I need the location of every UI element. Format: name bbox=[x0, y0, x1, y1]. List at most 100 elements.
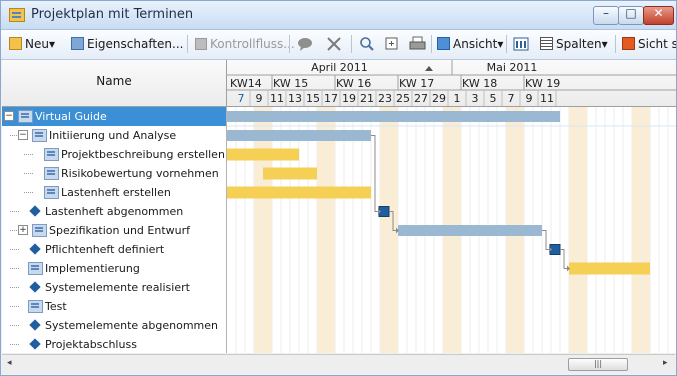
task-row[interactable]: Implementierung bbox=[2, 259, 226, 278]
new-icon bbox=[9, 37, 22, 50]
properties-button[interactable]: Eigenschaften... bbox=[71, 34, 183, 54]
day-label: 25 bbox=[396, 92, 410, 105]
task-icon bbox=[28, 262, 43, 275]
task-row[interactable]: Systemelemente abgenommen bbox=[2, 316, 226, 335]
scroll-left-icon[interactable]: ◂ bbox=[7, 358, 12, 368]
task-name: Risikobewertung vornehmen bbox=[61, 167, 219, 180]
task-name: Projektabschluss bbox=[45, 338, 137, 351]
comment-button[interactable] bbox=[297, 34, 313, 54]
task-row[interactable]: Pflichtenheft definiert bbox=[2, 240, 226, 259]
tree-line bbox=[10, 211, 19, 212]
window-title: Projektplan mit Terminen bbox=[31, 7, 194, 22]
task-bar[interactable] bbox=[569, 262, 650, 275]
close-icon: ✕ bbox=[653, 6, 664, 20]
view-dropdown-icon: ▾ bbox=[497, 37, 504, 51]
task-icon bbox=[44, 186, 59, 199]
milestone-icon bbox=[29, 243, 41, 255]
task-bar[interactable] bbox=[227, 186, 371, 199]
task-row[interactable]: Systemelemente realisiert bbox=[2, 278, 226, 297]
task-row[interactable]: Projektbeschreibung erstellen bbox=[2, 145, 226, 164]
scroll-thumb[interactable]: ||| bbox=[568, 358, 628, 371]
print-button[interactable] bbox=[409, 34, 426, 54]
columns-button[interactable]: Spalten▾ bbox=[540, 34, 608, 54]
task-row[interactable]: Test bbox=[2, 297, 226, 316]
day-label: 5 bbox=[490, 92, 497, 105]
week-label: KW 19 bbox=[525, 77, 560, 90]
save-view-button[interactable]: Sicht s bbox=[622, 34, 676, 54]
minimize-button[interactable]: – bbox=[593, 6, 619, 25]
horizontal-scrollbar[interactable]: ◂ ||| ▸ bbox=[2, 354, 675, 373]
scroll-right-icon[interactable]: ▸ bbox=[663, 358, 668, 368]
task-row[interactable]: − Virtual Guide bbox=[2, 107, 226, 126]
day-label: 9 bbox=[526, 92, 533, 105]
tree-line bbox=[10, 268, 19, 269]
title-bar: Projektplan mit Terminen – □ ✕ bbox=[1, 1, 676, 30]
zoom-icon bbox=[360, 37, 374, 51]
schedule-button[interactable] bbox=[513, 34, 529, 54]
task-row[interactable]: Risikobewertung vornehmen bbox=[2, 164, 226, 183]
properties-icon bbox=[71, 37, 84, 50]
name-header-label: Name bbox=[96, 74, 132, 88]
task-row[interactable]: + Spezifikation und Entwurf bbox=[2, 221, 226, 240]
summary-bar[interactable] bbox=[398, 225, 542, 236]
month-scroll-up-icon[interactable] bbox=[425, 66, 433, 71]
task-bar[interactable] bbox=[263, 167, 317, 180]
app-window: Projektplan mit Terminen – □ ✕ Neu▾ Eige… bbox=[0, 0, 677, 376]
summary-bar[interactable] bbox=[227, 111, 560, 122]
summary-bar[interactable] bbox=[227, 130, 371, 141]
task-name: Initiierung und Analyse bbox=[49, 129, 177, 142]
delete-button[interactable] bbox=[326, 34, 342, 54]
print-icon bbox=[409, 36, 426, 50]
week-label: KW 16 bbox=[336, 77, 371, 90]
view-button[interactable]: Ansicht▾ bbox=[437, 34, 503, 54]
gantt-app-icon bbox=[9, 8, 25, 22]
close-button[interactable]: ✕ bbox=[643, 6, 674, 25]
toolbar: Neu▾ Eigenschaften... Kontrollfluss... A… bbox=[1, 30, 676, 60]
day-label: 1 bbox=[454, 92, 461, 105]
milestone-icon bbox=[29, 205, 41, 217]
name-column-header[interactable]: Name bbox=[2, 60, 227, 107]
task-name: Lastenheft erstellen bbox=[61, 186, 171, 199]
task-row[interactable]: Lastenheft abgenommen bbox=[2, 202, 226, 221]
milestone-icon bbox=[29, 319, 41, 331]
tree-line bbox=[10, 306, 19, 307]
task-name: Implementierung bbox=[45, 262, 140, 275]
zoom-fit-icon bbox=[385, 37, 398, 50]
toolbar-separator bbox=[615, 35, 616, 53]
gantt-grid: Name April 2011 Mai 2011 KW14 KW 15 KW 16 KW … bbox=[2, 60, 676, 354]
view-label: Ansicht bbox=[453, 37, 498, 51]
task-name: Projektbeschreibung erstellen bbox=[61, 148, 225, 161]
week-label: KW 17 bbox=[399, 77, 434, 90]
new-button[interactable]: Neu▾ bbox=[9, 34, 55, 54]
week-label: KW 18 bbox=[462, 77, 497, 90]
task-name: Pflichtenheft definiert bbox=[45, 243, 165, 256]
task-name: Systemelemente realisiert bbox=[45, 281, 190, 294]
task-icon bbox=[28, 300, 43, 313]
task-row[interactable]: − Initiierung und Analyse bbox=[2, 126, 226, 145]
view-icon bbox=[437, 37, 450, 50]
timeline-header: April 2011 Mai 2011 KW14 KW 15 KW 16 KW 17 KW … bbox=[227, 60, 676, 107]
week-label: KW14 bbox=[230, 77, 262, 90]
month-label: Mai 2011 bbox=[487, 61, 538, 74]
task-row[interactable]: Lastenheft erstellen bbox=[2, 183, 226, 202]
dependency-line bbox=[542, 230, 549, 250]
task-name: Virtual Guide bbox=[35, 110, 107, 123]
tree-line bbox=[10, 287, 19, 288]
collapse-icon[interactable]: − bbox=[18, 130, 28, 140]
collapse-icon[interactable]: − bbox=[4, 111, 14, 121]
task-bar[interactable] bbox=[227, 148, 299, 161]
task-row[interactable]: Projektabschluss bbox=[2, 335, 226, 354]
tree-line bbox=[10, 325, 19, 326]
maximize-button[interactable]: □ bbox=[618, 6, 644, 25]
zoom-fit-button[interactable] bbox=[384, 34, 400, 54]
columns-label: Spalten bbox=[556, 37, 602, 51]
summary-task-icon bbox=[32, 224, 47, 237]
task-icon bbox=[44, 167, 59, 180]
zoom-button[interactable] bbox=[359, 34, 375, 54]
task-rows: − Virtual Guide − Initiierung und Analyse Pr… bbox=[2, 107, 676, 354]
expand-icon[interactable]: + bbox=[18, 225, 28, 235]
control-flow-button[interactable]: Kontrollfluss... bbox=[195, 34, 295, 54]
tree-line bbox=[10, 344, 19, 345]
tree-line bbox=[10, 249, 19, 250]
milestone-icon bbox=[29, 338, 41, 350]
